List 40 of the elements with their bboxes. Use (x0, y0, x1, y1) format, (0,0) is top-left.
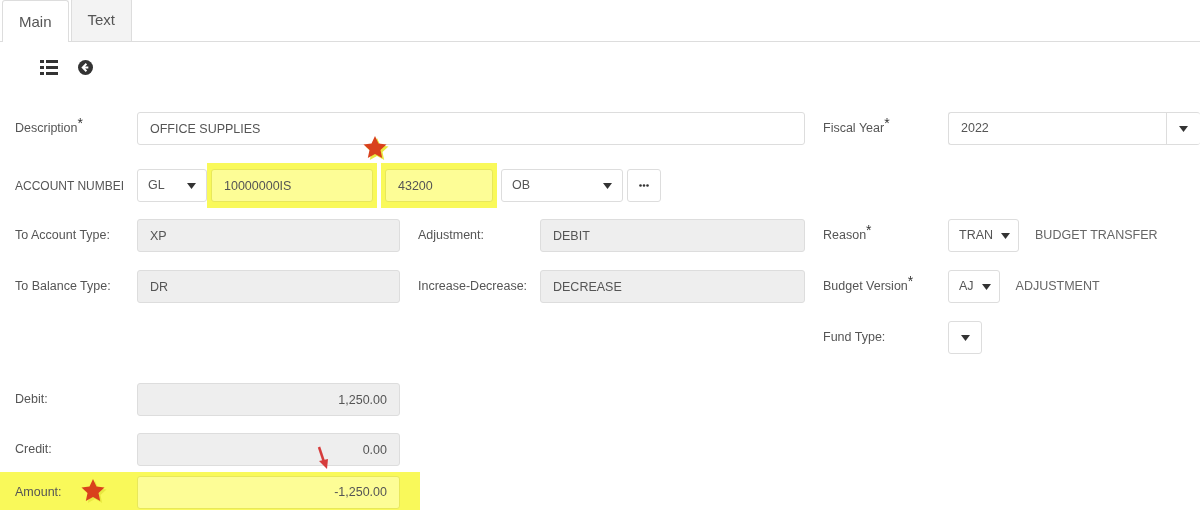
field-label: Debit: (15, 391, 48, 409)
caret-icon (981, 283, 991, 290)
input-field[interactable]: 0.00 (137, 433, 400, 466)
input-field[interactable]: DEBIT (540, 219, 805, 252)
tab[interactable]: Text (70, 0, 133, 41)
caret-icon (187, 182, 196, 189)
tab[interactable]: Main (2, 0, 69, 42)
caret-icon (960, 334, 970, 341)
dropdown[interactable]: 2022 (948, 112, 1200, 145)
input-field[interactable]: DR (137, 270, 400, 303)
field-label: Fund Type: (822, 329, 886, 347)
field-label: Credit: (15, 441, 52, 459)
input-field[interactable]: 43200 (385, 169, 493, 202)
caret-icon (603, 182, 612, 189)
list-icon[interactable] (40, 59, 58, 75)
field-label: Adjustment: (417, 227, 484, 245)
dropdown[interactable]: OB (501, 169, 623, 202)
input-field[interactable]: -1,250.00 (137, 475, 400, 509)
dropdown[interactable] (948, 321, 982, 354)
field-label: To Balance Type: (15, 278, 111, 296)
input-field[interactable]: 1,250.00 (137, 383, 400, 416)
selection-description: BUDGET TRANSFER (1035, 227, 1158, 245)
input-field[interactable]: DECREASE (540, 270, 805, 303)
input-field[interactable]: OFFICE SUPPLIES (137, 112, 805, 145)
caret-icon (1001, 232, 1011, 239)
star-icon (362, 135, 390, 162)
field-label: ACCOUNT NUMBEI (15, 177, 125, 195)
selection-description: ADJUSTMENT (1015, 278, 1100, 296)
field-label: Amount: (15, 483, 62, 501)
dropdown[interactable]: GL (137, 169, 207, 202)
input-field[interactable]: 10000000IS (211, 169, 373, 202)
dropdown[interactable]: TRAN (948, 219, 1020, 252)
input-field[interactable]: XP (137, 219, 400, 252)
caret-icon (1179, 125, 1188, 132)
field-label: To Account Type: (15, 227, 110, 245)
star-icon (80, 478, 108, 505)
dropdown[interactable]: AJ (948, 270, 1000, 303)
field-label: Increase-Decrease: (417, 278, 528, 296)
back-arrow-icon[interactable] (78, 59, 93, 75)
ellipsis-icon (639, 184, 649, 187)
